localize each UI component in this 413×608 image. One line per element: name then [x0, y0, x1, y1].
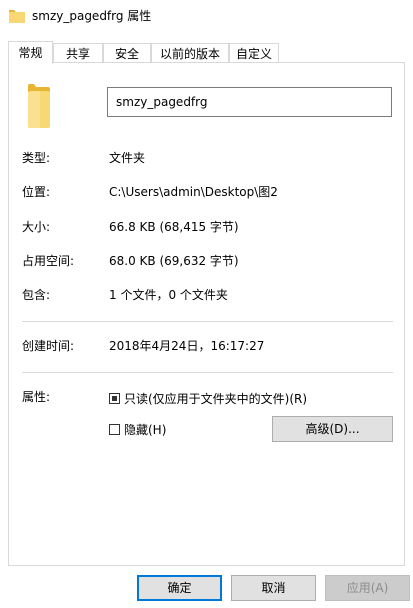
general-panel: [8, 62, 405, 566]
type-label: 类型:: [22, 151, 51, 165]
size-on-disk-value: 68.0 KB (69,632 字节): [109, 254, 239, 268]
tab-general[interactable]: 常规: [8, 41, 53, 64]
hidden-checkbox[interactable]: [109, 424, 120, 435]
location-value: C:\Users\admin\Desktop\图2: [109, 185, 278, 199]
attributes-label: 属性:: [22, 390, 51, 404]
advanced-button[interactable]: 高级(D)...: [272, 416, 393, 442]
separator: [22, 372, 393, 373]
apply-button[interactable]: 应用(A): [325, 575, 410, 601]
readonly-checkbox[interactable]: [109, 393, 120, 404]
size-value: 66.8 KB (68,415 字节): [109, 220, 239, 234]
readonly-label[interactable]: 只读(仅应用于文件夹中的文件)(R): [124, 391, 307, 407]
separator: [22, 321, 393, 322]
folder-icon: [9, 10, 25, 23]
cancel-button[interactable]: 取消: [231, 575, 316, 601]
contains-value: 1 个文件，0 个文件夹: [109, 288, 228, 302]
title-bar: smzy_pagedfrg 属性: [0, 0, 413, 34]
size-on-disk-label: 占用空间:: [22, 254, 75, 268]
tab-security[interactable]: 安全: [103, 43, 151, 63]
created-label: 创建时间:: [22, 339, 75, 353]
tab-bar: 常规 共享 安全 以前的版本 自定义: [8, 41, 405, 64]
folder-icon: [28, 84, 50, 128]
folder-name-input[interactable]: smzy_pagedfrg: [107, 87, 392, 117]
location-label: 位置:: [22, 185, 51, 199]
type-value: 文件夹: [109, 151, 146, 165]
tab-sharing[interactable]: 共享: [53, 43, 103, 63]
tab-customize[interactable]: 自定义: [229, 43, 279, 63]
contains-label: 包含:: [22, 288, 51, 302]
ok-button[interactable]: 确定: [137, 575, 222, 601]
size-label: 大小:: [22, 220, 51, 234]
created-value: 2018年4月24日，16:17:27: [109, 339, 265, 353]
tab-previous-versions[interactable]: 以前的版本: [151, 43, 229, 63]
hidden-label[interactable]: 隐藏(H): [124, 422, 166, 438]
window-title: smzy_pagedfrg 属性: [32, 9, 152, 23]
